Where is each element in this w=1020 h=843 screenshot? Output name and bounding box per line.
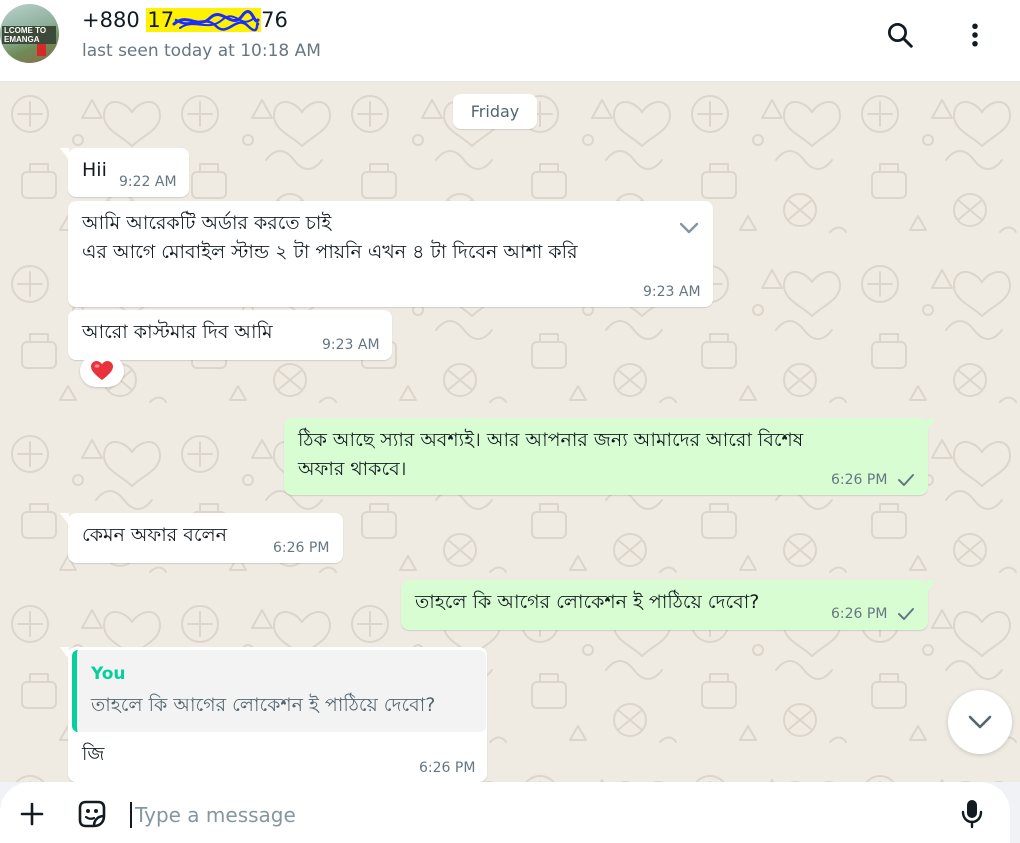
heart-icon xyxy=(91,361,113,380)
message-outgoing[interactable]: ঠিক আছে স্যার অবশ্যই। আর আপনার জন্য আমাদ… xyxy=(284,418,936,495)
microphone-icon[interactable] xyxy=(956,798,988,830)
quoted-text: তাহলে কি আগের লোকেশন ই পাঠিয়ে দেবো? xyxy=(91,694,436,716)
avatar-flag xyxy=(37,44,46,56)
message-input[interactable] xyxy=(130,802,910,828)
bubble-tail xyxy=(927,580,936,592)
chat-messages-area[interactable]: Friday Hii 9:22 AM আমি আরেকটি অর্ডার করত… xyxy=(0,82,1020,782)
message-text: তাহলে কি আগের লোকেশন ই পাঠিয়ে দেবো? xyxy=(415,591,760,613)
search-icon[interactable] xyxy=(883,18,917,52)
chevron-down-icon xyxy=(968,715,992,729)
message-time: 6:26 PM xyxy=(831,472,888,488)
message-text-line: অফার থাকবে। xyxy=(298,458,407,480)
contact-number-end: 76 xyxy=(261,8,288,32)
quoted-message[interactable]: You তাহলে কি আগের লোকেশন ই পাঠিয়ে দেবো? xyxy=(72,650,486,732)
composer xyxy=(0,782,1010,843)
message-text: Hii xyxy=(82,159,107,181)
bubble-tail xyxy=(60,647,69,659)
message-incoming[interactable]: আমি আরেকটি অর্ডার করতে চাই এর আগে মোবাইল… xyxy=(68,201,713,307)
redaction-scribble xyxy=(172,10,260,32)
message-time: 9:23 AM xyxy=(322,337,380,353)
contact-avatar[interactable]: LCOME TO EMANGA xyxy=(0,4,59,63)
more-vertical-icon[interactable] xyxy=(958,18,992,52)
message-text-line: ঠিক আছে স্যার অবশ্যই। আর আপনার জন্য আমাদ… xyxy=(298,429,804,451)
message-time: 6:26 PM xyxy=(831,606,888,622)
message-time: 9:22 AM xyxy=(119,174,177,190)
message-text: কেমন অফার বলেন xyxy=(82,524,227,546)
bubble-tail xyxy=(927,418,936,430)
quoted-author: You xyxy=(91,664,126,684)
bubble-tail xyxy=(60,148,69,160)
message-menu-chevron-icon[interactable] xyxy=(678,221,700,235)
message-text-line: এর আগে মোবাইল স্টান্ড ২ টা পায়নি এখন ৪ … xyxy=(82,241,578,263)
message-incoming[interactable]: Hii 9:22 AM xyxy=(60,148,189,197)
bubble-tail xyxy=(60,513,69,525)
message-time: 9:23 AM xyxy=(643,284,701,300)
avatar-sign-line-1: LCOME TO xyxy=(4,26,47,35)
message-time: 6:26 PM xyxy=(419,760,476,776)
message-time: 6:26 PM xyxy=(273,540,330,556)
message-text-line: আমি আরেকটি অর্ডার করতে চাই xyxy=(82,212,332,234)
message-text: জি xyxy=(82,743,105,765)
date-divider: Friday xyxy=(453,94,537,129)
message-incoming[interactable]: আরো কাস্টমার দিব আমি 9:23 AM xyxy=(68,310,392,360)
last-seen-status: last seen today at 10:18 AM xyxy=(82,41,321,61)
sent-check-icon xyxy=(898,474,914,486)
contact-prefix: +880 xyxy=(82,8,147,32)
composer-bar xyxy=(0,782,1020,843)
message-reaction[interactable] xyxy=(80,355,124,387)
scroll-to-bottom-button[interactable] xyxy=(948,690,1012,754)
plus-icon[interactable] xyxy=(16,798,48,830)
chat-header: LCOME TO EMANGA +880 17 76 last seen toda… xyxy=(0,0,1020,82)
message-outgoing[interactable]: তাহলে কি আগের লোকেশন ই পাঠিয়ে দেবো? 6:2… xyxy=(401,580,936,630)
avatar-sign-line-2: EMANGA xyxy=(4,35,40,44)
sent-check-icon xyxy=(898,608,914,620)
sticker-icon[interactable] xyxy=(76,798,108,830)
avatar-sign: LCOME TO EMANGA xyxy=(2,26,56,44)
message-incoming[interactable]: কেমন অফার বলেন 6:26 PM xyxy=(60,513,343,563)
message-text: আরো কাস্টমার দিব আমি xyxy=(82,321,273,343)
